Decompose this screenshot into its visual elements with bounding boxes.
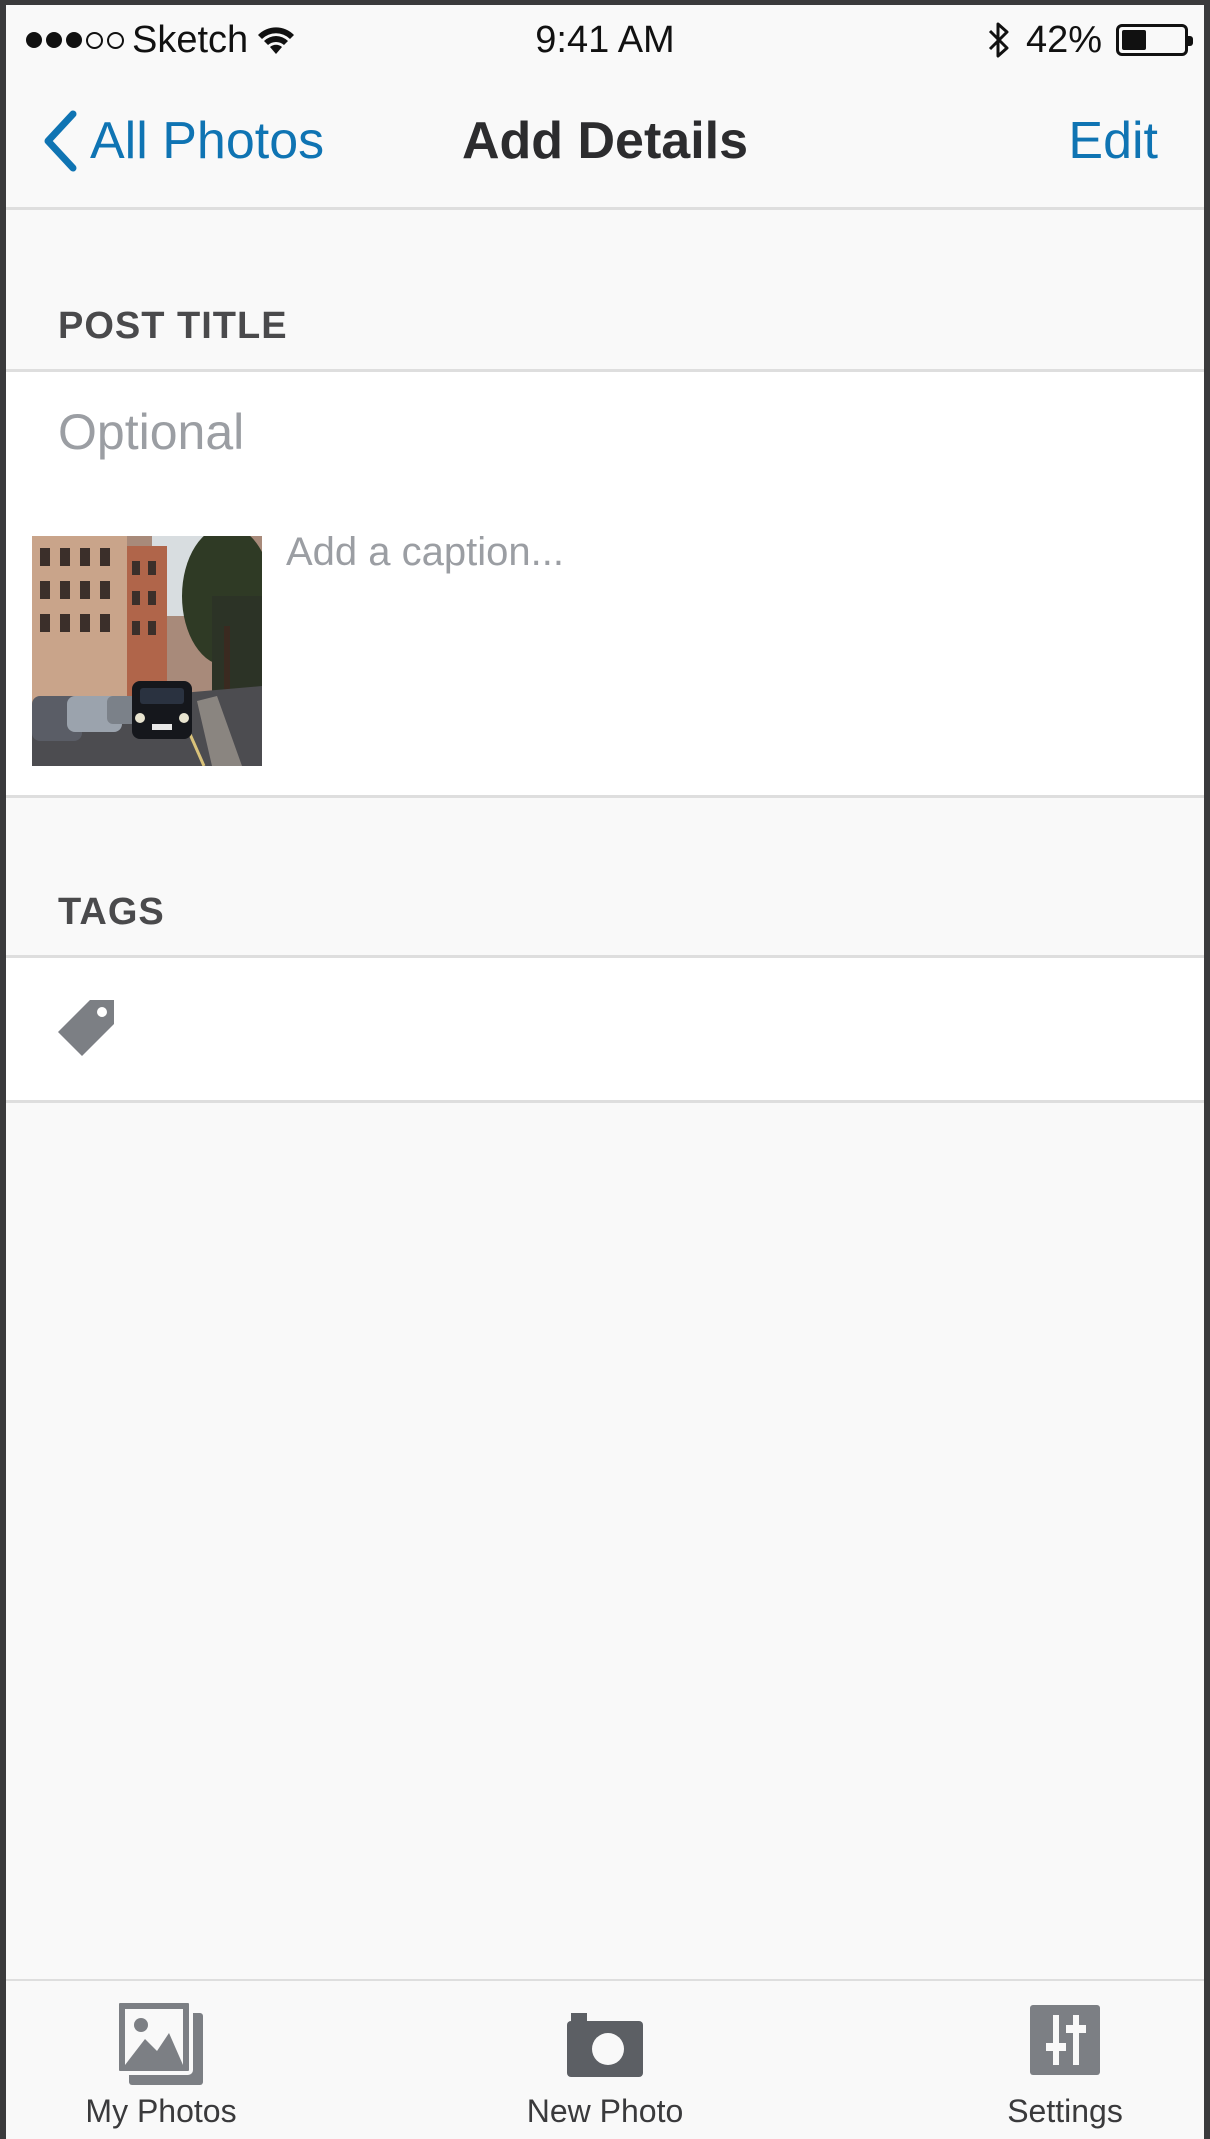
photos-icon (115, 1999, 203, 2085)
tags-cell[interactable] (6, 955, 1204, 1103)
app-screen: Sketch 9:41 AM 42% All Photos Add Detail… (6, 5, 1204, 2139)
status-right: 42% (986, 15, 1193, 65)
tab-label: Settings (1007, 2093, 1123, 2129)
bluetooth-icon (988, 22, 1009, 58)
tab-my-photos[interactable]: My Photos (46, 1981, 276, 2139)
tab-label: New Photo (526, 2093, 684, 2129)
caption-cell (6, 514, 1204, 798)
tags-header: TAGS (58, 891, 165, 933)
sliders-icon (1030, 2005, 1100, 2075)
page-title: Add Details (461, 112, 749, 170)
navigation-bar: All Photos Add Details Edit (6, 73, 1204, 210)
tag-icon (58, 1000, 114, 1056)
caption-input[interactable] (286, 530, 1166, 760)
post-title-header: POST TITLE (58, 305, 288, 347)
tab-bar: My Photos New Photo Settings (6, 1979, 1204, 2139)
battery-icon (1116, 24, 1193, 56)
battery-fill (1122, 30, 1146, 50)
camera-icon (567, 2013, 643, 2077)
tab-settings[interactable]: Settings (950, 1981, 1180, 2139)
photo-thumbnail (32, 536, 262, 766)
battery-percent: 42% (1025, 18, 1102, 61)
tab-label: My Photos (85, 2093, 237, 2129)
battery-tip (1188, 36, 1193, 46)
edit-button[interactable]: Edit (1068, 109, 1158, 173)
status-bar: Sketch 9:41 AM 42% (6, 5, 1204, 73)
post-title-input[interactable] (58, 392, 1158, 472)
post-title-cell (6, 369, 1204, 517)
tab-new-photo[interactable]: New Photo (490, 1981, 720, 2139)
